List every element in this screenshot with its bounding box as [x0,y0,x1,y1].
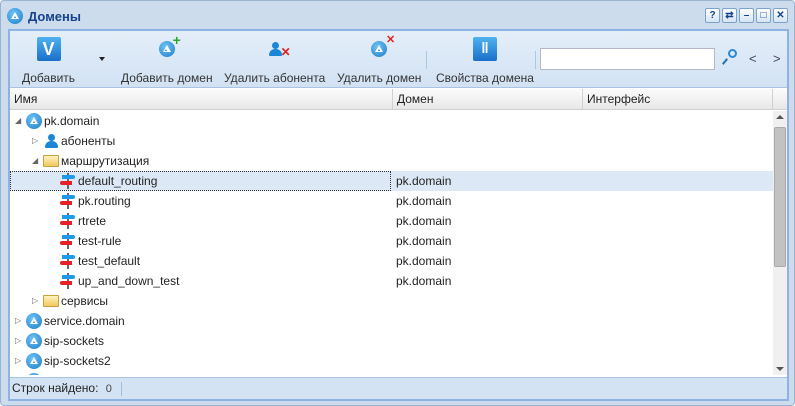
tree-row[interactable]: ▷ sip-sockets [10,331,773,351]
domain-properties-button[interactable]: ǁ Свойства домена [436,35,534,85]
domain-cell: pk.domain [396,214,452,228]
domain-cell: pk.domain [396,194,452,208]
delete-domain-button[interactable]: ✕ Удалить домен [337,34,421,85]
expand-toggle-icon[interactable]: ▷ [15,351,21,371]
delete-domain-icon [371,41,388,57]
expand-toggle-icon[interactable]: ▷ [32,131,38,151]
tree-item-label: pk.domain [44,114,100,128]
rows-found-count: 0 [105,383,112,395]
help-button[interactable]: ? [705,8,720,23]
delete-subscriber-button[interactable]: ✕ Удалить абонента [224,35,325,85]
domain-cell: pk.domain [396,174,452,188]
tree-item-label: sip-sockets [44,334,105,348]
search-input[interactable] [540,48,715,70]
tree-row[interactable]: ◢ pk.domain [10,111,773,131]
expand-toggle-icon[interactable]: ▷ [32,291,38,311]
tree-row[interactable]: pk.routing pk.domain [10,191,773,211]
status-bar: Строк найдено: 0 [10,377,787,399]
add-domain-button[interactable]: + Добавить домен [121,33,213,85]
grid-header: Имя Домен Интерфейс [10,89,787,110]
minimize-button[interactable]: – [739,8,754,23]
folder-icon [43,153,59,173]
tree-item-label: sip-sockets2 [44,354,111,368]
tree-item-label: test_default [78,254,141,268]
tree-item-label: test-rule [78,234,122,248]
expand-toggle-icon[interactable]: ▷ [15,311,21,331]
domain-cell: pk.domain [396,254,452,268]
add-button[interactable]: V Добавить [22,35,75,85]
scroll-up-icon[interactable] [776,115,784,119]
column-name[interactable]: Имя [10,89,393,110]
add-v-icon: V [36,37,61,61]
domain-cell: pk.domain [396,274,452,288]
domain-tree: ◢ pk.domain ▷ абоненты ◢ маршрутизация default… [10,111,773,375]
vertical-scrollbar[interactable] [773,111,787,375]
tree-item-label: rtrete [78,214,107,228]
tree-row[interactable]: test_default pk.domain [10,251,773,271]
tree-row[interactable]: ◢ маршрутизация [10,151,773,171]
domain-icon [7,8,23,24]
tree-item-label: маршрутизация [61,154,150,168]
tree-row[interactable]: ▷ сервисы [10,291,773,311]
toolbar: V Добавить + Добавить домен ✕ Удалить аб… [10,31,787,88]
tree-item-label: up_and_down_test [78,274,180,288]
next-button[interactable]: > [773,51,781,66]
add-dropdown-arrow[interactable] [99,57,105,61]
maximize-button[interactable]: □ [756,8,771,23]
tree-row[interactable]: ▷ sip-sockets2 [10,351,773,371]
column-interface[interactable]: Интерфейс [583,89,773,110]
tree-item-label: service.domain [44,314,125,328]
domain-cell: pk.domain [396,234,452,248]
tree-row[interactable]: test-rule pk.domain [10,231,773,251]
collapse-toggle-icon[interactable]: ◢ [15,111,21,131]
tree-row[interactable]: ▷ service.domain [10,311,773,331]
tree-item-label: абоненты [61,134,116,148]
tree-item-label: default_routing [78,174,158,188]
collapse-toggle-icon[interactable]: ◢ [32,151,38,171]
tree-item-label: сервисы [61,294,109,308]
prev-button[interactable]: < [749,51,757,66]
tree-row[interactable]: ▷ абоненты [10,131,773,151]
refresh-button[interactable]: ⇄ [722,8,737,23]
tree-row[interactable]: rtrete pk.domain [10,211,773,231]
tree-row[interactable]: ▷ [10,371,773,375]
window-title: Домены [7,6,81,26]
tree-item-label: pk.routing [78,194,131,208]
tree-row[interactable]: up_and_down_test pk.domain [10,271,773,291]
scroll-down-icon[interactable] [776,367,784,371]
scrollbar-thumb[interactable] [774,127,786,267]
tree-row[interactable]: default_routing pk.domain [10,171,773,191]
expand-toggle-icon[interactable]: ▷ [15,371,21,375]
expand-toggle-icon[interactable]: ▷ [15,331,21,351]
folder-icon [43,293,59,313]
close-button[interactable]: ✕ [773,8,788,23]
tools-icon: ǁ [472,37,497,61]
column-domain[interactable]: Домен [393,89,583,110]
domain-icon [26,373,42,375]
search-icon[interactable] [721,49,737,65]
domains-window: Домены ? ⇄ – □ ✕ V Добавить + Добавить д… [0,0,795,406]
